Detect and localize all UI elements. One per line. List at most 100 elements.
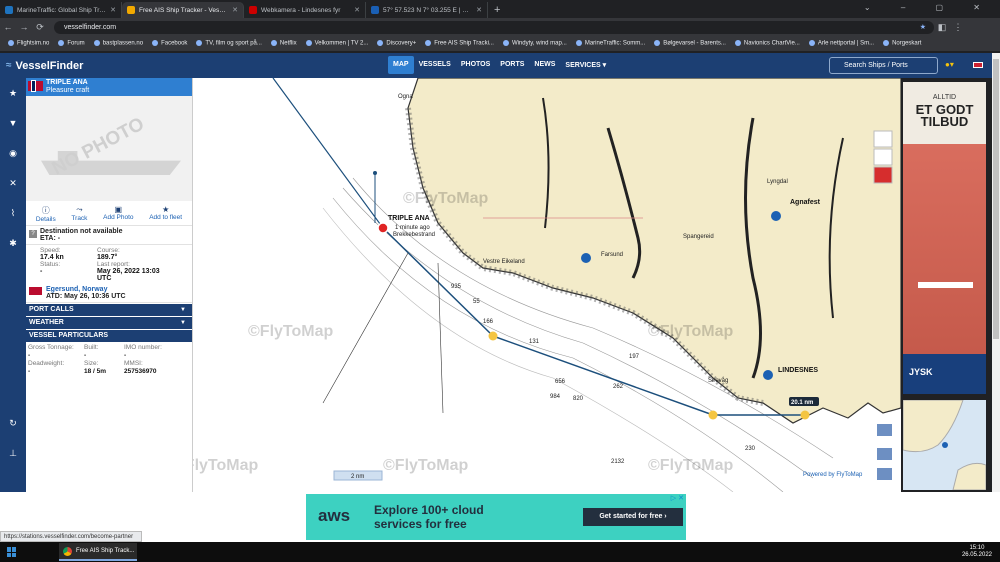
track-button[interactable]: ⤳ Track bbox=[71, 205, 87, 223]
star-icon: ★ bbox=[162, 205, 170, 214]
menu-ports[interactable]: PORTS bbox=[495, 56, 529, 74]
scrollbar-thumb[interactable] bbox=[993, 59, 999, 339]
tools-icon[interactable]: ✕ bbox=[0, 168, 26, 198]
bookmark-item[interactable]: Windyty, wind map... bbox=[503, 40, 567, 47]
antenna-icon[interactable]: ⊥ bbox=[0, 438, 26, 468]
last-report-value: May 26, 2022 13:03 UTC bbox=[97, 268, 160, 282]
bottom-ad-area: aws Explore 100+ cloud services for free … bbox=[0, 492, 1000, 542]
add-to-fleet-button[interactable]: ★ Add to fleet bbox=[149, 205, 182, 223]
aws-cta-button[interactable]: Get started for free › bbox=[583, 508, 683, 526]
bookmark-item[interactable]: MarineTraffic: Somm... bbox=[576, 40, 645, 47]
browser-tab-vesselfinder[interactable]: Free AIS Ship Tracker - VesselFin...✕ bbox=[122, 2, 244, 18]
reload-icon[interactable]: ⟳ bbox=[32, 22, 48, 33]
favorites-star-icon[interactable]: ★ bbox=[0, 78, 26, 108]
bookmark-item[interactable]: Navionics ChartVie... bbox=[735, 40, 800, 47]
menu-map[interactable]: MAP bbox=[388, 56, 414, 74]
settings-gear-icon[interactable]: ✱ bbox=[0, 228, 26, 258]
bookmark-item[interactable]: Discovery+ bbox=[377, 40, 416, 47]
svg-text:LINDESNES: LINDESNES bbox=[778, 367, 818, 374]
close-tab-icon[interactable]: ✕ bbox=[110, 6, 116, 14]
svg-text:1 minute ago: 1 minute ago bbox=[395, 225, 430, 231]
window-controls[interactable]: ⌄ – ▢ ✕ bbox=[864, 3, 994, 12]
svg-text:Ogna: Ogna bbox=[398, 94, 413, 100]
eta-text: ETA: - bbox=[40, 235, 61, 242]
url-input[interactable]: vesselfinder.com ★ bbox=[54, 20, 934, 34]
windows-start-icon[interactable] bbox=[7, 547, 17, 557]
svg-text:Spangereid: Spangereid bbox=[683, 234, 714, 240]
bookmark-item[interactable]: Forum bbox=[58, 40, 84, 47]
language-flag-icon[interactable] bbox=[973, 62, 983, 68]
nautical-map[interactable]: TRIPLE ANA 1 minute ago Agnafest Lyngdal… bbox=[193, 78, 901, 492]
map-measure-button[interactable] bbox=[873, 166, 893, 184]
bookmark-item[interactable]: Norgeskart bbox=[883, 40, 921, 47]
add-photo-button[interactable]: ▣ Add Photo bbox=[103, 205, 133, 223]
extensions-icon[interactable]: ◧ bbox=[934, 22, 950, 33]
back-icon[interactable]: ← bbox=[0, 22, 16, 32]
windows-taskbar: Free AIS Ship Track... 15:10 26.05.2022 bbox=[0, 542, 1000, 562]
user-icon[interactable]: ●▾ bbox=[945, 60, 954, 69]
departure-port-link[interactable]: Egersund, Norway bbox=[46, 286, 107, 293]
menu-services[interactable]: SERVICES ▾ bbox=[560, 56, 611, 74]
bookmark-item[interactable]: Flightsim.no bbox=[8, 40, 49, 47]
vessel-marker[interactable] bbox=[377, 222, 389, 234]
bookmark-item[interactable]: Velkommen | TV 2... bbox=[306, 40, 369, 47]
expand-map-button[interactable] bbox=[877, 468, 892, 480]
minimap-canvas bbox=[903, 400, 986, 490]
svg-text:©FlyToMap: ©FlyToMap bbox=[193, 457, 258, 474]
menu-vessels[interactable]: VESSELS bbox=[414, 56, 456, 74]
bookmark-item[interactable]: Bølgevarsel - Barents... bbox=[654, 40, 726, 47]
svg-text:230: 230 bbox=[745, 446, 756, 452]
new-tab-button[interactable]: + bbox=[488, 2, 506, 18]
browser-tab-marinetraffic[interactable]: MarineTraffic: Global Ship Tracki...✕ bbox=[0, 2, 122, 18]
port-calls-section[interactable]: PORT CALLS ▼ bbox=[26, 304, 192, 316]
page-scrollbar[interactable] bbox=[992, 53, 1000, 492]
bookmark-item[interactable]: Arle nettportal | Sm... bbox=[809, 40, 874, 47]
filter-icon[interactable]: ▼ bbox=[0, 108, 26, 138]
bookmark-item[interactable]: TV, film og sport på... bbox=[196, 40, 261, 47]
map-canvas[interactable]: TRIPLE ANA 1 minute ago Agnafest Lyngdal… bbox=[193, 78, 901, 492]
close-tab-icon[interactable]: ✕ bbox=[354, 6, 360, 14]
track-icon: ⤳ bbox=[76, 205, 83, 214]
taskbar-chrome-app[interactable]: Free AIS Ship Track... bbox=[59, 543, 137, 561]
aws-logo: aws bbox=[318, 506, 351, 525]
search-input[interactable]: Search Ships / Ports bbox=[829, 57, 938, 74]
zoom-out-button[interactable] bbox=[877, 448, 892, 460]
system-clock[interactable]: 15:10 26.05.2022 bbox=[962, 545, 992, 559]
browser-tab-waves[interactable]: 57° 57.523 N 7° 03.255 E | Bølg... ✕ bbox=[366, 2, 488, 18]
svg-text:55: 55 bbox=[473, 299, 480, 305]
details-button[interactable]: ⓘ Details bbox=[36, 205, 56, 223]
close-tab-icon[interactable]: ✕ bbox=[232, 6, 238, 14]
close-tab-icon[interactable]: ✕ bbox=[476, 6, 482, 14]
jysk-ad-banner[interactable]: ALLTID ET GODT TILBUD JYSK bbox=[903, 82, 986, 394]
forward-icon[interactable]: → bbox=[16, 22, 32, 32]
particulars-grid: Gross Tonnage: Built: IMO number: --- Dead… bbox=[28, 344, 162, 375]
browser-tab-bar: MarineTraffic: Global Ship Tracki...✕ Fr… bbox=[0, 0, 1000, 18]
norway-flag-icon bbox=[28, 81, 43, 91]
status-url: https://stations.vesselfinder.com/become… bbox=[0, 531, 142, 542]
vessel-particulars-section[interactable]: VESSEL PARTICULARS bbox=[26, 330, 192, 342]
menu-photos[interactable]: PHOTOS bbox=[456, 56, 495, 74]
bookmark-item[interactable]: Netflix bbox=[271, 40, 297, 47]
distance-label: 20.1 nm bbox=[791, 400, 813, 406]
bookmark-star-icon[interactable]: ★ bbox=[920, 21, 926, 34]
overview-minimap[interactable] bbox=[903, 400, 986, 490]
refresh-icon[interactable]: ↻ bbox=[0, 408, 26, 438]
zoom-in-button[interactable] bbox=[877, 424, 892, 436]
browser-tab-webcam[interactable]: Webkamera - Lindesnes fyr ✕ bbox=[244, 2, 366, 18]
svg-text:©FlyToMap: ©FlyToMap bbox=[403, 190, 488, 207]
menu-icon[interactable]: ⋮ bbox=[950, 22, 966, 33]
route-icon[interactable]: ⌇ bbox=[0, 198, 26, 228]
ad-close-icon[interactable]: ▷ ✕ bbox=[671, 494, 684, 502]
favicon-icon bbox=[127, 6, 135, 14]
menu-news[interactable]: NEWS bbox=[529, 56, 560, 74]
location-pin-icon[interactable]: ◉ bbox=[0, 138, 26, 168]
weather-section[interactable]: WEATHER ▼ bbox=[26, 317, 192, 329]
bookmark-item[interactable]: Free AIS Ship Tracki... bbox=[425, 40, 494, 47]
bookmark-item[interactable]: bastplassen.no bbox=[94, 40, 143, 47]
aws-ad-banner[interactable]: aws Explore 100+ cloud services for free … bbox=[306, 494, 686, 540]
bookmark-item[interactable]: Facebook bbox=[152, 40, 187, 47]
svg-text:820: 820 bbox=[573, 396, 584, 402]
map-legend-button[interactable] bbox=[873, 148, 893, 166]
site-logo[interactable]: ≈ VesselFinder bbox=[6, 60, 83, 72]
map-layers-button[interactable] bbox=[873, 130, 893, 148]
